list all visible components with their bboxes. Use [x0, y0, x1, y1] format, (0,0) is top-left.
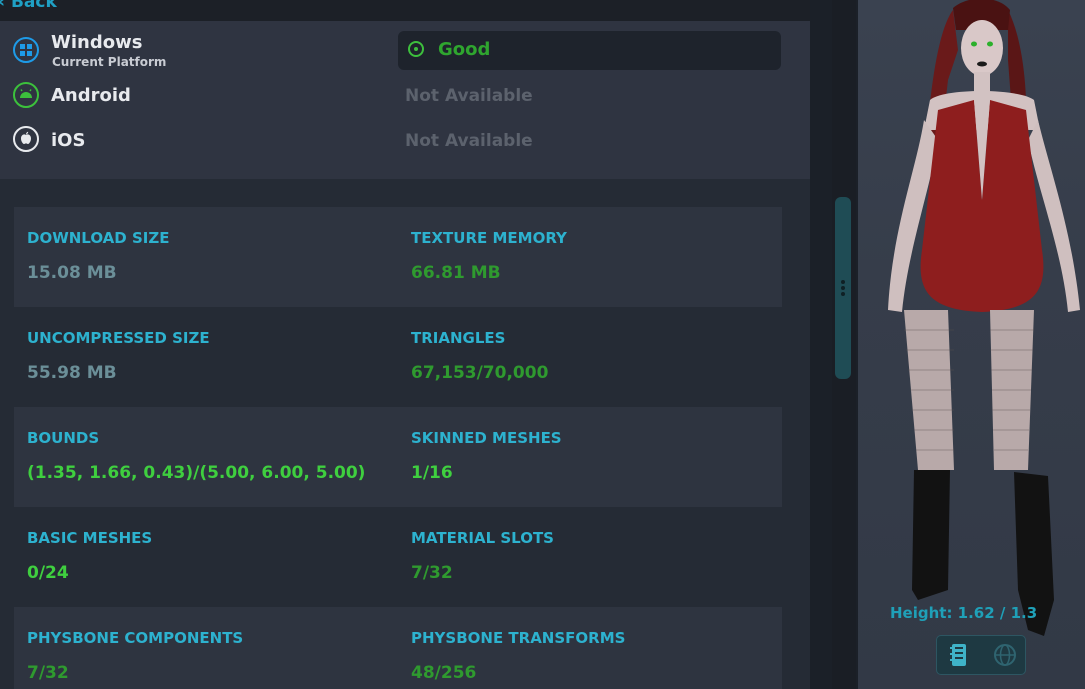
platform-list: Windows Current Platform Good Android No… [0, 21, 810, 179]
globe-icon[interactable] [987, 641, 1023, 669]
platform-row-windows[interactable]: Windows Current Platform Good [0, 29, 810, 70]
stat-value-material-slots: 7/32 [411, 563, 453, 583]
notebook-icon[interactable] [941, 641, 977, 669]
status-text: Good [438, 39, 491, 60]
stat-value-physbone-components: 7/32 [27, 663, 69, 683]
platform-name: Windows [51, 32, 143, 53]
stat-value-download-size: 15.08 MB [27, 263, 117, 283]
stat-value-skinned-meshes: 1/16 [411, 463, 453, 483]
platform-row-ios[interactable]: iOS Not Available [0, 120, 810, 160]
apple-icon [13, 126, 39, 152]
top-bar: ‹ Back [0, 0, 810, 21]
stat-value-triangles: 67,153/70,000 [411, 363, 549, 383]
stat-label-basic-meshes: BASIC MESHES [27, 529, 153, 547]
stats-row: UNCOMPRESSED SIZE 55.98 MB TRIANGLES 67,… [14, 307, 782, 407]
stat-value-texture-memory: 66.81 MB [411, 263, 501, 283]
stat-value-bounds: (1.35, 1.66, 0.43)/(5.00, 6.00, 5.00) [27, 463, 366, 483]
stat-value-basic-meshes: 0/24 [27, 563, 69, 583]
stat-label-material-slots: MATERIAL SLOTS [411, 529, 554, 547]
stat-label-uncompressed-size: UNCOMPRESSED SIZE [27, 329, 210, 347]
stat-value-physbone-transforms: 48/256 [411, 663, 477, 683]
stat-label-triangles: TRIANGLES [411, 329, 506, 347]
windows-icon [13, 37, 39, 63]
drag-handle-icon[interactable] [840, 278, 846, 300]
stat-label-skinned-meshes: SKINNED MESHES [411, 429, 562, 447]
avatar-model-image [888, 0, 1080, 636]
height-readout: Height: 1.62 / 1.3 [890, 604, 1038, 622]
details-panel: ‹ Back Windows Current Platform Good [0, 0, 810, 689]
avatar-preview[interactable] [858, 0, 1085, 689]
platform-row-android[interactable]: Android Not Available [0, 75, 810, 115]
stat-label-download-size: DOWNLOAD SIZE [27, 229, 170, 247]
stat-label-bounds: BOUNDS [27, 429, 100, 447]
back-label: Back [10, 0, 57, 12]
platform-subtitle: Current Platform [52, 55, 167, 69]
status-good-icon [408, 41, 424, 57]
stat-label-physbone-components: PHYSBONE COMPONENTS [27, 629, 244, 647]
stat-label-physbone-transforms: PHYSBONE TRANSFORMS [411, 629, 626, 647]
status-text: Not Available [405, 86, 533, 106]
platform-name: Android [51, 85, 131, 106]
stats-row: DOWNLOAD SIZE 15.08 MB TEXTURE MEMORY 66… [14, 207, 782, 307]
stats-row: BASIC MESHES 0/24 MATERIAL SLOTS 7/32 [14, 507, 782, 607]
back-link[interactable]: ‹ Back [0, 0, 57, 12]
stats-table: DOWNLOAD SIZE 15.08 MB TEXTURE MEMORY 66… [0, 179, 810, 689]
stats-row: BOUNDS (1.35, 1.66, 0.43)/(5.00, 6.00, 5… [14, 407, 782, 507]
avatar-performance-screen: ‹ Back Windows Current Platform Good [0, 0, 1085, 689]
status-text: Not Available [405, 131, 533, 151]
status-badge: Good [398, 31, 781, 70]
platform-name: iOS [51, 130, 86, 151]
stats-row: PHYSBONE COMPONENTS 7/32 PHYSBONE TRANSF… [14, 607, 782, 689]
stat-value-uncompressed-size: 55.98 MB [27, 363, 117, 383]
android-icon [13, 82, 39, 108]
preview-toolbar [936, 635, 1026, 675]
stat-label-texture-memory: TEXTURE MEMORY [411, 229, 567, 247]
